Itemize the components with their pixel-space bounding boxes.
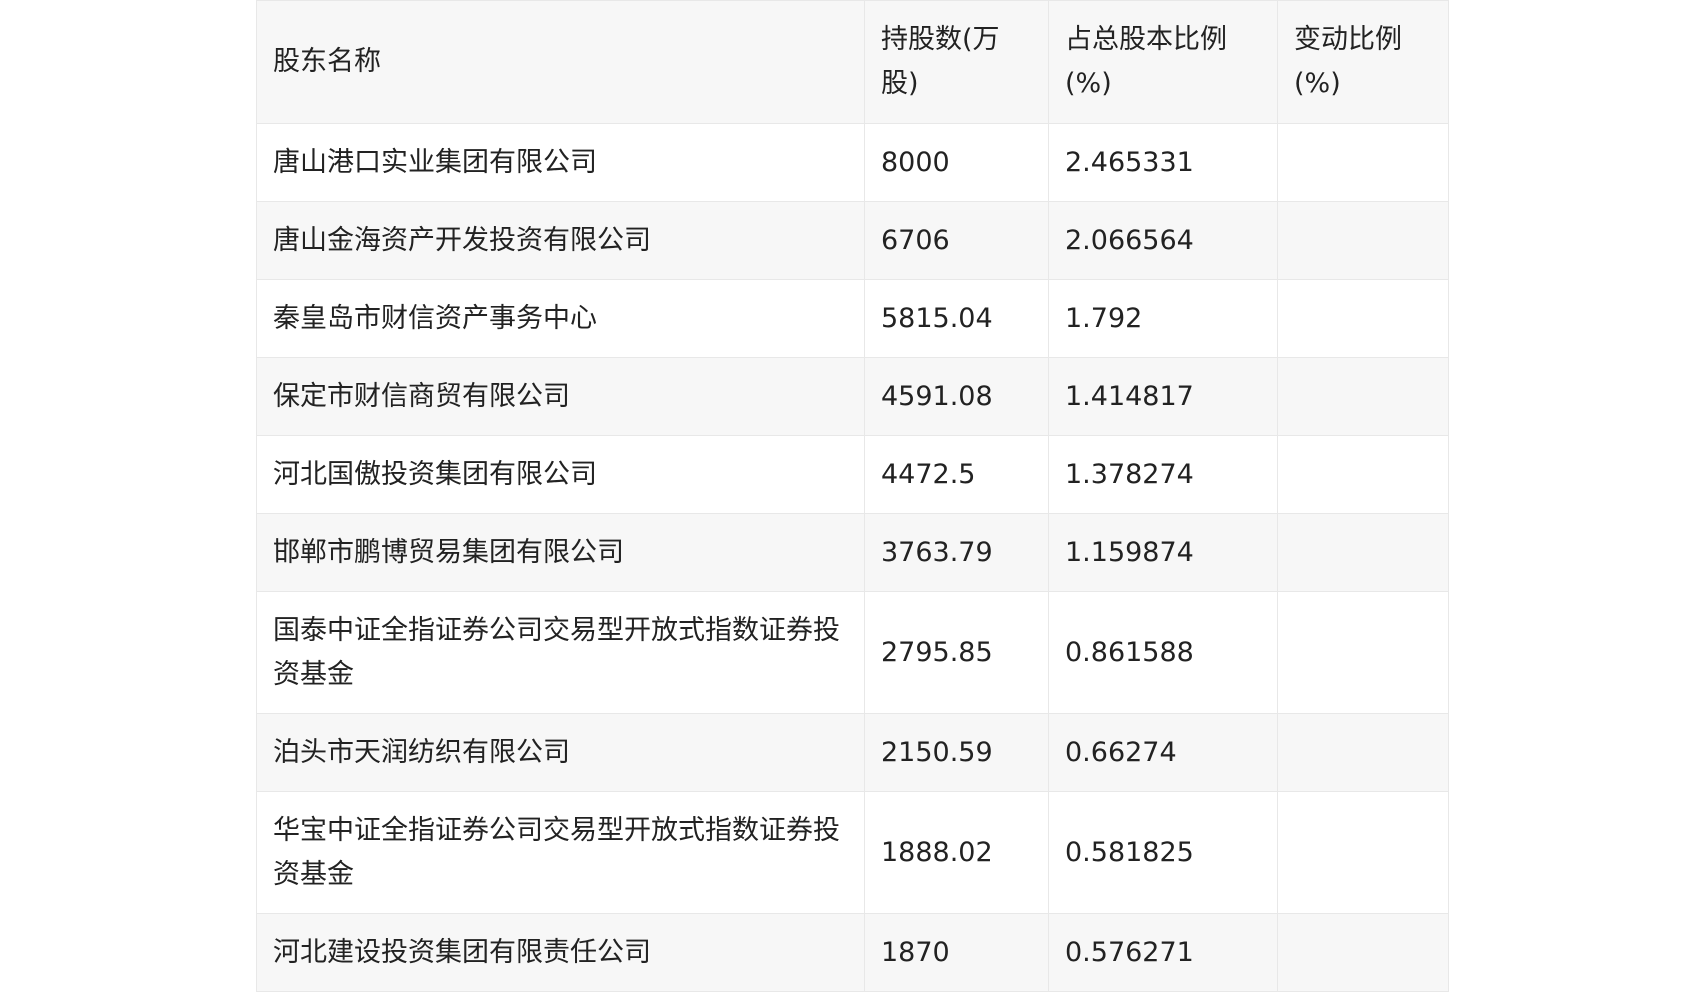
cell-shareholder-name: 保定市财信商贸有限公司: [256, 357, 865, 436]
table-row: 国泰中证全指证券公司交易型开放式指数证券投资基金 2795.85 0.86158…: [256, 591, 1449, 714]
cell-shareholder-name: 邯郸市鹏博贸易集团有限公司: [256, 513, 865, 592]
table-row: 唐山金海资产开发投资有限公司 6706 2.066564: [256, 201, 1449, 280]
cell-ratio: 2.465331: [1048, 123, 1278, 202]
cell-ratio: 1.159874: [1048, 513, 1278, 592]
cell-shares: 1888.02: [864, 791, 1049, 914]
cell-ratio: 1.792: [1048, 279, 1278, 358]
table-body: 唐山港口实业集团有限公司 8000 2.465331 唐山金海资产开发投资有限公…: [256, 123, 1449, 992]
table-row: 保定市财信商贸有限公司 4591.08 1.414817: [256, 357, 1449, 436]
header-shares: 持股数(万股): [864, 0, 1049, 124]
cell-shares: 8000: [864, 123, 1049, 202]
cell-ratio: 0.576271: [1048, 913, 1278, 992]
cell-shareholder-name: 国泰中证全指证券公司交易型开放式指数证券投资基金: [256, 591, 865, 714]
cell-change: [1277, 913, 1449, 992]
cell-change: [1277, 201, 1449, 280]
cell-shareholder-name: 河北国傲投资集团有限公司: [256, 435, 865, 514]
cell-change: [1277, 357, 1449, 436]
header-change: 变动比例(%): [1277, 0, 1449, 124]
cell-ratio: 0.581825: [1048, 791, 1278, 914]
cell-change: [1277, 123, 1449, 202]
table-row: 河北建设投资集团有限责任公司 1870 0.576271: [256, 913, 1449, 992]
header-shareholder-name: 股东名称: [256, 0, 865, 124]
cell-shares: 3763.79: [864, 513, 1049, 592]
cell-change: [1277, 713, 1449, 792]
shareholder-table-container: 股东名称 持股数(万股) 占总股本比例(%) 变动比例(%) 唐山港口实业集团有…: [256, 0, 1449, 992]
cell-shares: 2150.59: [864, 713, 1049, 792]
cell-shareholder-name: 秦皇岛市财信资产事务中心: [256, 279, 865, 358]
cell-ratio: 2.066564: [1048, 201, 1278, 280]
cell-shareholder-name: 唐山港口实业集团有限公司: [256, 123, 865, 202]
cell-shares: 1870: [864, 913, 1049, 992]
cell-change: [1277, 435, 1449, 514]
table-header: 股东名称 持股数(万股) 占总股本比例(%) 变动比例(%): [256, 0, 1449, 124]
header-ratio: 占总股本比例(%): [1048, 0, 1278, 124]
cell-shares: 2795.85: [864, 591, 1049, 714]
cell-change: [1277, 591, 1449, 714]
cell-change: [1277, 513, 1449, 592]
table-row: 河北国傲投资集团有限公司 4472.5 1.378274: [256, 435, 1449, 514]
table-row: 泊头市天润纺织有限公司 2150.59 0.66274: [256, 713, 1449, 792]
table-row: 邯郸市鹏博贸易集团有限公司 3763.79 1.159874: [256, 513, 1449, 592]
cell-shares: 5815.04: [864, 279, 1049, 358]
cell-change: [1277, 791, 1449, 914]
cell-shareholder-name: 华宝中证全指证券公司交易型开放式指数证券投资基金: [256, 791, 865, 914]
cell-shareholder-name: 泊头市天润纺织有限公司: [256, 713, 865, 792]
cell-shareholder-name: 河北建设投资集团有限责任公司: [256, 913, 865, 992]
shareholder-table: 股东名称 持股数(万股) 占总股本比例(%) 变动比例(%) 唐山港口实业集团有…: [256, 0, 1449, 992]
cell-change: [1277, 279, 1449, 358]
cell-ratio: 0.861588: [1048, 591, 1278, 714]
cell-shares: 4472.5: [864, 435, 1049, 514]
table-row: 华宝中证全指证券公司交易型开放式指数证券投资基金 1888.02 0.58182…: [256, 791, 1449, 914]
header-row: 股东名称 持股数(万股) 占总股本比例(%) 变动比例(%): [256, 0, 1449, 124]
cell-ratio: 1.414817: [1048, 357, 1278, 436]
table-row: 秦皇岛市财信资产事务中心 5815.04 1.792: [256, 279, 1449, 358]
cell-shares: 4591.08: [864, 357, 1049, 436]
cell-shareholder-name: 唐山金海资产开发投资有限公司: [256, 201, 865, 280]
cell-ratio: 0.66274: [1048, 713, 1278, 792]
cell-ratio: 1.378274: [1048, 435, 1278, 514]
table-row: 唐山港口实业集团有限公司 8000 2.465331: [256, 123, 1449, 202]
cell-shares: 6706: [864, 201, 1049, 280]
